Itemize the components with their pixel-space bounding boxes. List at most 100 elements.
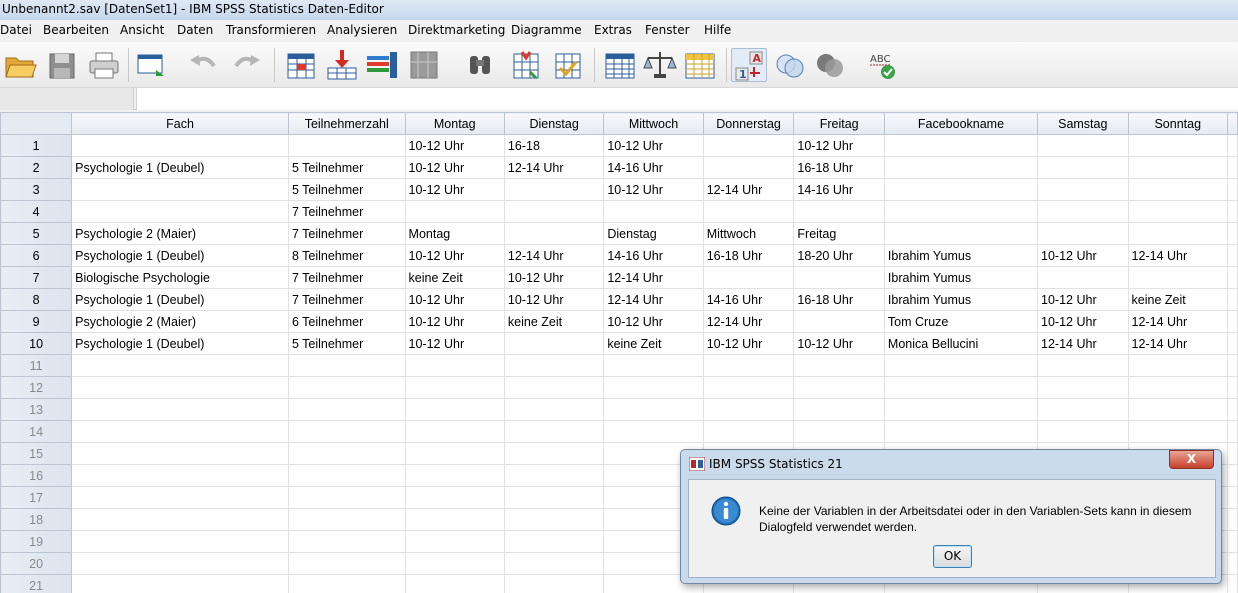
data-cell[interactable]: 10-12 Uhr	[503, 266, 605, 289]
find-icon[interactable]	[462, 48, 498, 82]
data-cell[interactable]	[1226, 464, 1238, 487]
row-number[interactable]: 7	[0, 266, 73, 289]
data-cell[interactable]	[702, 420, 795, 443]
data-cell[interactable]	[287, 398, 406, 421]
data-cell[interactable]	[1226, 222, 1238, 245]
data-cell[interactable]	[503, 486, 605, 509]
column-header[interactable]: Sonntag	[1127, 112, 1228, 135]
menu-extras[interactable]: Extras	[594, 23, 632, 37]
data-cell[interactable]	[793, 398, 885, 421]
data-cell[interactable]: 10-12 Uhr	[793, 134, 885, 157]
data-cell[interactable]	[1037, 222, 1129, 245]
goto-case-icon[interactable]	[282, 48, 318, 82]
row-number[interactable]: 17	[0, 486, 73, 509]
data-cell[interactable]: 12-14 Uhr	[603, 266, 704, 289]
data-cell[interactable]: 12-14 Uhr	[1127, 244, 1228, 267]
row-number[interactable]: 14	[0, 420, 73, 443]
data-cell[interactable]: Mittwoch	[702, 222, 795, 245]
data-cell[interactable]	[1037, 354, 1129, 377]
data-cell[interactable]	[71, 354, 289, 377]
data-cell[interactable]	[404, 508, 505, 531]
data-cell[interactable]: 14-16 Uhr	[603, 156, 704, 179]
data-cell[interactable]	[404, 442, 505, 465]
data-cell[interactable]: 6 Teilnehmer	[287, 310, 406, 333]
data-cell[interactable]	[287, 552, 406, 575]
column-header[interactable]: Teilnehmerzahl	[287, 112, 406, 135]
insert-variable-icon[interactable]	[550, 48, 586, 82]
data-cell[interactable]	[71, 508, 289, 531]
data-cell[interactable]	[287, 354, 406, 377]
data-cell[interactable]	[404, 464, 505, 487]
data-cell[interactable]	[71, 442, 289, 465]
menu-daten[interactable]: Daten	[177, 23, 213, 37]
data-cell[interactable]	[603, 200, 704, 223]
data-cell[interactable]	[1127, 222, 1228, 245]
row-number[interactable]: 1	[0, 134, 73, 157]
data-cell[interactable]	[404, 376, 505, 399]
data-cell[interactable]: 12-14 Uhr	[603, 288, 704, 311]
data-cell[interactable]: keine Zeit	[404, 266, 505, 289]
data-cell[interactable]	[883, 156, 1039, 179]
data-cell[interactable]	[1127, 420, 1228, 443]
data-cell[interactable]: 18-20 Uhr	[793, 244, 885, 267]
data-cell[interactable]: Psychologie 1 (Deubel)	[71, 244, 289, 267]
data-cell[interactable]	[1037, 266, 1129, 289]
data-cell[interactable]: 10-12 Uhr	[404, 310, 505, 333]
data-cell[interactable]	[603, 376, 704, 399]
cell-value-input[interactable]	[136, 88, 1238, 110]
data-cell[interactable]	[503, 574, 605, 593]
data-cell[interactable]	[702, 376, 795, 399]
data-cell[interactable]	[71, 398, 289, 421]
data-cell[interactable]: 10-12 Uhr	[603, 178, 704, 201]
data-cell[interactable]: 16-18 Uhr	[702, 244, 795, 267]
data-cell[interactable]: 10-12 Uhr	[793, 332, 885, 355]
data-cell[interactable]: 12-14 Uhr	[1037, 332, 1129, 355]
data-cell[interactable]	[503, 200, 605, 223]
data-cell[interactable]	[503, 552, 605, 575]
value-labels-icon[interactable]: A1	[731, 48, 767, 82]
data-cell[interactable]: 5 Teilnehmer	[287, 332, 406, 355]
data-cell[interactable]: Psychologie 1 (Deubel)	[71, 288, 289, 311]
data-cell[interactable]: Ibrahim Yumus	[883, 244, 1039, 267]
data-cell[interactable]	[404, 200, 505, 223]
data-cell[interactable]: 16-18	[503, 134, 605, 157]
data-cell[interactable]	[793, 376, 885, 399]
data-cell[interactable]: Monica Bellucini	[883, 332, 1039, 355]
data-cell[interactable]: Montag	[404, 222, 505, 245]
goto-variable-icon[interactable]	[324, 48, 360, 82]
data-cell[interactable]	[793, 310, 885, 333]
row-number[interactable]: 4	[0, 200, 73, 223]
column-header[interactable]: Donnerstag	[702, 112, 795, 135]
data-cell[interactable]	[404, 530, 505, 553]
data-cell[interactable]	[71, 200, 289, 223]
data-cell[interactable]: 12-14 Uhr	[1127, 332, 1228, 355]
data-cell[interactable]	[603, 354, 704, 377]
row-number[interactable]: 8	[0, 288, 73, 311]
data-cell[interactable]	[503, 222, 605, 245]
data-cell[interactable]: 8 Teilnehmer	[287, 244, 406, 267]
row-number[interactable]: 2	[0, 156, 73, 179]
data-cell[interactable]: Tom Cruze	[883, 310, 1039, 333]
data-cell[interactable]	[702, 398, 795, 421]
data-cell[interactable]	[71, 178, 289, 201]
data-cell[interactable]	[883, 178, 1039, 201]
data-cell[interactable]	[287, 508, 406, 531]
data-cell[interactable]: 10-12 Uhr	[1037, 288, 1129, 311]
data-cell[interactable]	[793, 354, 885, 377]
data-cell[interactable]: 12-14 Uhr	[702, 310, 795, 333]
data-cell[interactable]	[603, 398, 704, 421]
data-cell[interactable]	[71, 134, 289, 157]
data-cell[interactable]	[1037, 200, 1129, 223]
menu-fenster[interactable]: Fenster	[645, 23, 690, 37]
data-cell[interactable]: 16-18 Uhr	[793, 288, 885, 311]
data-cell[interactable]	[1226, 398, 1238, 421]
data-cell[interactable]	[1226, 266, 1238, 289]
data-cell[interactable]	[1226, 508, 1238, 531]
menu-ansicht[interactable]: Ansicht	[120, 23, 164, 37]
data-cell[interactable]: 10-12 Uhr	[603, 134, 704, 157]
data-cell[interactable]: 10-12 Uhr	[702, 332, 795, 355]
data-cell[interactable]: 10-12 Uhr	[603, 310, 704, 333]
data-cell[interactable]: 10-12 Uhr	[503, 288, 605, 311]
data-cell[interactable]	[1226, 552, 1238, 575]
data-cell[interactable]: keine Zeit	[503, 310, 605, 333]
